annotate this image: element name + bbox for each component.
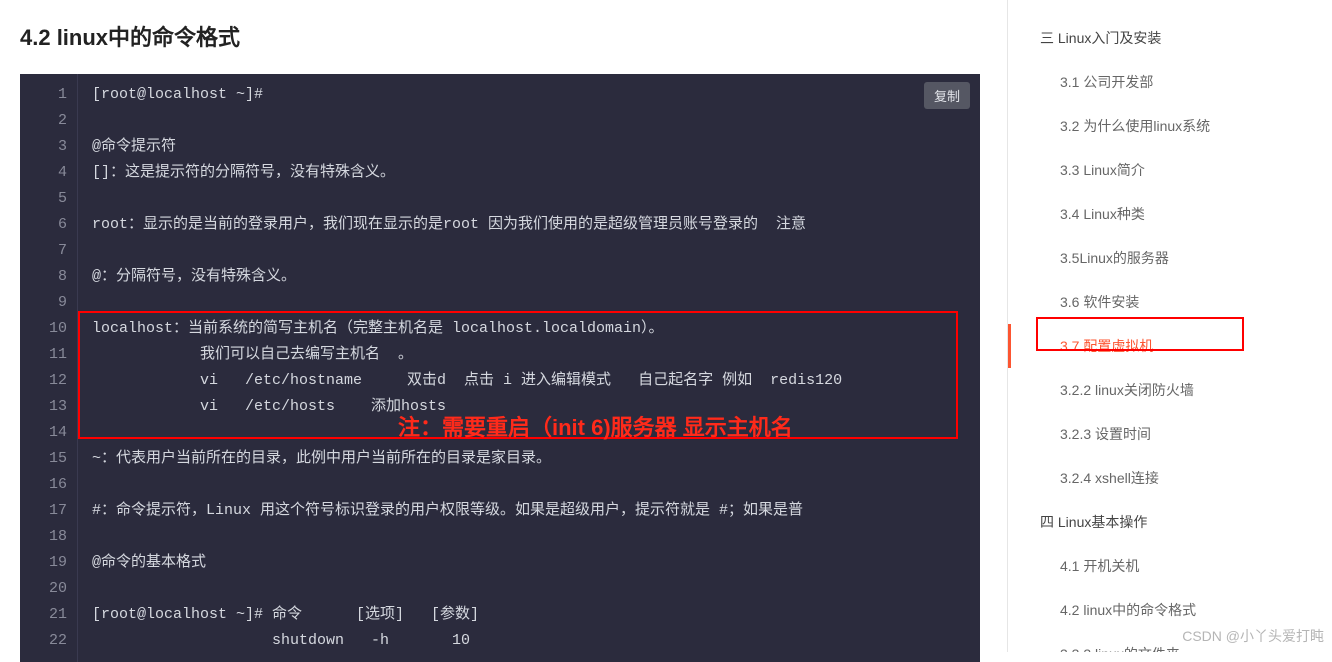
line-number: 18 <box>32 524 67 550</box>
line-number: 7 <box>32 238 67 264</box>
article-main: 4.2 linux中的命令格式 复制 123456789101112131415… <box>20 0 980 662</box>
line-number: 1 <box>32 82 67 108</box>
line-number: 14 <box>32 420 67 446</box>
code-line <box>92 524 966 550</box>
watermark-text: CSDN @小丫头爱打盹 <box>1182 626 1324 646</box>
code-line <box>92 238 966 264</box>
line-number: 11 <box>32 342 67 368</box>
line-number: 3 <box>32 134 67 160</box>
code-line: shutdown -h 10 <box>92 628 966 654</box>
code-line <box>92 472 966 498</box>
line-number: 16 <box>32 472 67 498</box>
toc-item[interactable]: 3.3 Linux简介 <box>1008 148 1332 192</box>
code-line: @命令提示符 <box>92 134 966 160</box>
line-number: 5 <box>32 186 67 212</box>
line-number: 15 <box>32 446 67 472</box>
code-content[interactable]: [root@localhost ~]# @命令提示符[]：这是提示符的分隔符号，没… <box>78 74 980 662</box>
line-number: 21 <box>32 602 67 628</box>
line-number: 17 <box>32 498 67 524</box>
code-line: #：命令提示符，Linux 用这个符号标识登录的用户权限等级。如果是超级用户，提… <box>92 498 966 524</box>
code-line: vi /etc/hosts 添加hosts <box>92 394 966 420</box>
line-number: 2 <box>32 108 67 134</box>
toc-item[interactable]: 三 Linux入门及安装 <box>1008 16 1332 60</box>
line-number: 6 <box>32 212 67 238</box>
toc-item[interactable]: 3.5Linux的服务器 <box>1008 236 1332 280</box>
code-line <box>92 108 966 134</box>
line-number: 8 <box>32 264 67 290</box>
line-number: 10 <box>32 316 67 342</box>
code-line <box>92 290 966 316</box>
toc-item[interactable]: 4.1 开机关机 <box>1008 544 1332 588</box>
line-number-gutter: 12345678910111213141516171819202122 <box>20 74 78 662</box>
code-line <box>92 186 966 212</box>
code-block: 复制 12345678910111213141516171819202122 [… <box>20 74 980 662</box>
toc-item[interactable]: 3.4 Linux种类 <box>1008 192 1332 236</box>
code-line: ~：代表用户当前所在的目录，此例中用户当前所在的目录是家目录。 <box>92 446 966 472</box>
code-line: 我们可以自己去编写主机名 。 <box>92 342 966 368</box>
line-number: 19 <box>32 550 67 576</box>
code-line: root：显示的是当前的登录用户，我们现在显示的是root 因为我们使用的是超级… <box>92 212 966 238</box>
code-line: localhost：当前系统的简写主机名（完整主机名是 localhost.lo… <box>92 316 966 342</box>
code-line: @命令的基本格式 <box>92 550 966 576</box>
line-number: 12 <box>32 368 67 394</box>
toc-item[interactable]: 3.2.2 linux关闭防火墙 <box>1008 368 1332 412</box>
toc-item[interactable]: 四 Linux基本操作 <box>1008 500 1332 544</box>
code-line <box>92 576 966 602</box>
code-line <box>92 420 966 446</box>
toc-item[interactable]: 3.7 配置虚拟机 <box>1008 324 1332 368</box>
toc-item[interactable]: 3.1 公司开发部 <box>1008 60 1332 104</box>
toc-sidebar: 三 Linux入门及安装3.1 公司开发部3.2 为什么使用linux系统3.3… <box>1007 0 1332 652</box>
toc-item[interactable]: 3.6 软件安装 <box>1008 280 1332 324</box>
code-line: []：这是提示符的分隔符号，没有特殊含义。 <box>92 160 966 186</box>
code-line: vi /etc/hostname 双击d 点击 i 进入编辑模式 自己起名字 例… <box>92 368 966 394</box>
line-number: 4 <box>32 160 67 186</box>
line-number: 22 <box>32 628 67 654</box>
toc-item[interactable]: 3.2.3 设置时间 <box>1008 412 1332 456</box>
section-heading: 4.2 linux中的命令格式 <box>20 0 980 74</box>
code-line: @：分隔符号，没有特殊含义。 <box>92 264 966 290</box>
line-number: 20 <box>32 576 67 602</box>
line-number: 9 <box>32 290 67 316</box>
line-number: 13 <box>32 394 67 420</box>
code-line: [root@localhost ~]# <box>92 82 966 108</box>
toc-item[interactable]: 3.2.4 xshell连接 <box>1008 456 1332 500</box>
toc-item[interactable]: 3.2 为什么使用linux系统 <box>1008 104 1332 148</box>
code-line: [root@localhost ~]# 命令 [选项] [参数] <box>92 602 966 628</box>
